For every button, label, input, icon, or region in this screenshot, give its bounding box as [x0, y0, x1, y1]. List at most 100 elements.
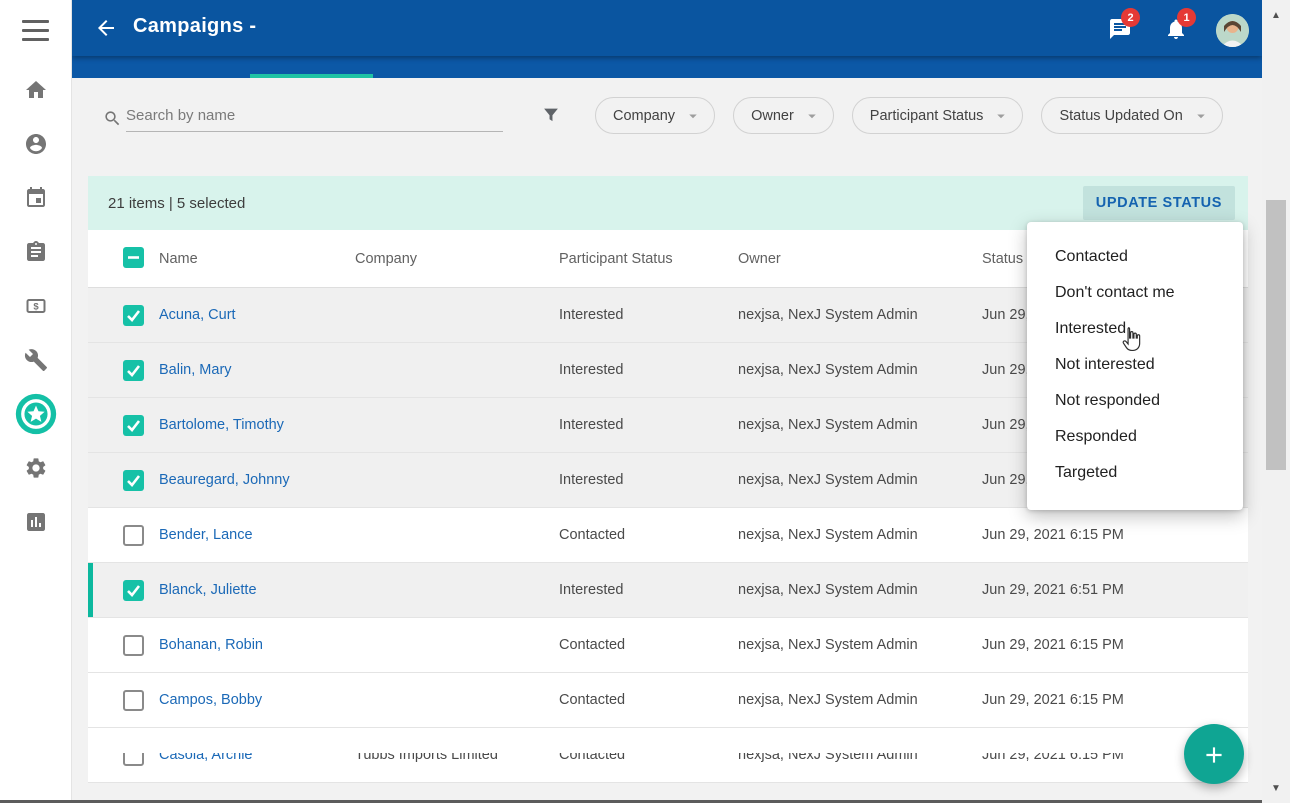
row-checkbox[interactable] — [123, 580, 144, 601]
partial-next-row — [88, 735, 1248, 753]
owner-cell: nexjsa, NexJ System Admin — [738, 673, 918, 728]
page-title: Campaigns - — [133, 15, 256, 38]
table-row[interactable]: Blanck, Juliette Interested nexjsa, NexJ S… — [88, 563, 1248, 618]
update-status-menu: ContactedDon't contact meInterestedNot i… — [1027, 222, 1243, 510]
selection-summary: 21 items | 5 selected — [108, 195, 245, 212]
chevron-down-icon — [1192, 107, 1210, 125]
participant-name-link: Blanck, Juliette — [159, 563, 257, 618]
chip-label: Participant Status — [870, 108, 984, 124]
participant-status-cell: Contacted — [559, 673, 625, 728]
search-input[interactable] — [126, 100, 503, 132]
filter-chip-owner[interactable]: Owner — [733, 97, 834, 134]
chat-icon[interactable]: 2 — [1108, 17, 1132, 41]
participant-name-link: Campos, Bobby — [159, 673, 262, 728]
owner-cell: nexjsa, NexJ System Admin — [738, 398, 918, 453]
status-menu-item-not-interested[interactable]: Not interested — [1027, 347, 1243, 383]
sidebar-item-tools[interactable] — [24, 348, 48, 372]
participant-name-link: Bender, Lance — [159, 508, 253, 563]
chip-label: Owner — [751, 108, 794, 124]
participant-status-cell: Contacted — [559, 508, 625, 563]
scroll-up-arrow-icon[interactable]: ▲ — [1262, 2, 1290, 28]
participant-name-link: Bartolome, Timothy — [159, 398, 284, 453]
table-row[interactable]: Bender, LanceContactednexjsa, NexJ Syste… — [88, 508, 1248, 563]
table-row[interactable]: Campos, Bobby Contacted nexjsa, NexJ Syste… — [88, 673, 1248, 728]
row-checkbox[interactable] — [123, 525, 144, 546]
add-participant-fab[interactable] — [1184, 724, 1244, 784]
row-checkbox[interactable] — [123, 415, 144, 436]
column-header-participant-status[interactable]: Participant Status — [559, 230, 673, 288]
status-menu-item-contacted[interactable]: Contacted — [1027, 239, 1243, 275]
row-checkbox[interactable] — [123, 690, 144, 711]
row-checkbox[interactable] — [123, 635, 144, 656]
participant-name[interactable]: Balin, Mary — [159, 362, 232, 378]
app-header: Campaigns - 2 1 — [72, 0, 1262, 56]
table-row[interactable]: Bohanan, RobinContactednexjsa, NexJ Syst… — [88, 618, 1248, 673]
sidebar-item-campaigns-star[interactable] — [14, 392, 58, 436]
participant-status-cell: Interested — [559, 398, 624, 453]
column-header-owner[interactable]: Owner — [738, 230, 781, 288]
participant-name[interactable]: Campos, Bobby — [159, 692, 262, 708]
filter-chip-company[interactable]: Company — [595, 97, 715, 134]
filter-funnel-icon[interactable] — [540, 105, 562, 127]
column-header-company[interactable]: Company — [355, 230, 417, 288]
hamburger-menu-icon[interactable] — [22, 20, 49, 41]
sidebar-item-billing[interactable]: $ — [24, 294, 48, 318]
tools-icon — [24, 348, 48, 372]
status-updated-cell: Jun 29, — [982, 343, 1030, 398]
participant-name[interactable]: Bartolome, Timothy — [159, 417, 284, 433]
filter-row: Company Owner Participant Status Status Upd… — [72, 78, 1262, 144]
update-status-button[interactable]: UPDATE STATUS — [1083, 186, 1235, 220]
vertical-scrollbar[interactable]: ▲ ▼ — [1262, 0, 1290, 803]
sidebar: $ — [0, 0, 72, 803]
status-menu-item-interested[interactable]: Interested — [1027, 311, 1243, 347]
main-content: Company Owner Participant Status Status Upd… — [72, 78, 1262, 803]
status-updated-cell: Jun 29, — [982, 453, 1030, 508]
scrollbar-thumb[interactable] — [1266, 200, 1286, 470]
reports-icon — [24, 510, 48, 534]
participant-status-cell: Interested — [559, 453, 624, 508]
search-icon — [103, 109, 122, 128]
participant-name[interactable]: Bohanan, Robin — [159, 637, 263, 653]
chevron-down-icon — [992, 107, 1010, 125]
sidebar-item-home[interactable] — [24, 78, 48, 102]
filter-chip-participant-status[interactable]: Participant Status — [852, 97, 1024, 134]
campaigns-star-icon — [14, 392, 58, 436]
participant-status-cell: Interested — [559, 563, 624, 618]
sidebar-item-contacts[interactable] — [24, 132, 48, 156]
select-all-checkbox[interactable] — [123, 247, 144, 268]
svg-text:$: $ — [33, 302, 39, 313]
status-updated-cell: Jun 29, 2021 6:15 PM — [982, 618, 1124, 673]
sidebar-item-tasks[interactable] — [24, 240, 48, 264]
sidebar-item-calendar[interactable] — [24, 186, 48, 210]
sidebar-item-reports[interactable] — [24, 510, 48, 534]
status-menu-item-responded[interactable]: Responded — [1027, 419, 1243, 455]
participant-name[interactable]: Bender, Lance — [159, 527, 253, 543]
participant-name[interactable]: Blanck, Juliette — [159, 582, 257, 598]
owner-cell: nexjsa, NexJ System Admin — [738, 618, 918, 673]
chevron-down-icon — [803, 107, 821, 125]
row-checkbox[interactable] — [123, 305, 144, 326]
row-checkbox[interactable] — [123, 360, 144, 381]
participant-name[interactable]: Acuna, Curt — [159, 307, 236, 323]
filter-chip-status-updated-on[interactable]: Status Updated On — [1041, 97, 1222, 134]
status-menu-item-not-responded[interactable]: Not responded — [1027, 383, 1243, 419]
status-updated-cell: Jun 29, 2021 6:51 PM — [982, 563, 1124, 618]
notifications-bell-icon[interactable]: 1 — [1164, 17, 1188, 41]
participant-status-cell: Interested — [559, 343, 624, 398]
owner-cell: nexjsa, NexJ System Admin — [738, 453, 918, 508]
participant-name[interactable]: Beauregard, Johnny — [159, 472, 290, 488]
back-arrow-icon[interactable] — [94, 16, 118, 40]
owner-cell: nexjsa, NexJ System Admin — [738, 563, 918, 618]
tasks-icon — [24, 240, 48, 264]
status-menu-item-don-t-contact-me[interactable]: Don't contact me — [1027, 275, 1243, 311]
sidebar-item-settings[interactable] — [24, 456, 48, 480]
calendar-icon — [24, 186, 48, 210]
participant-name-link: Acuna, Curt — [159, 288, 236, 343]
home-icon — [24, 78, 48, 102]
column-header-name[interactable]: Name — [159, 230, 198, 288]
user-avatar[interactable] — [1216, 14, 1249, 47]
row-checkbox[interactable] — [123, 470, 144, 491]
status-menu-item-targeted[interactable]: Targeted — [1027, 455, 1243, 491]
scroll-down-arrow-icon[interactable]: ▼ — [1262, 775, 1290, 801]
contacts-icon — [24, 132, 48, 156]
